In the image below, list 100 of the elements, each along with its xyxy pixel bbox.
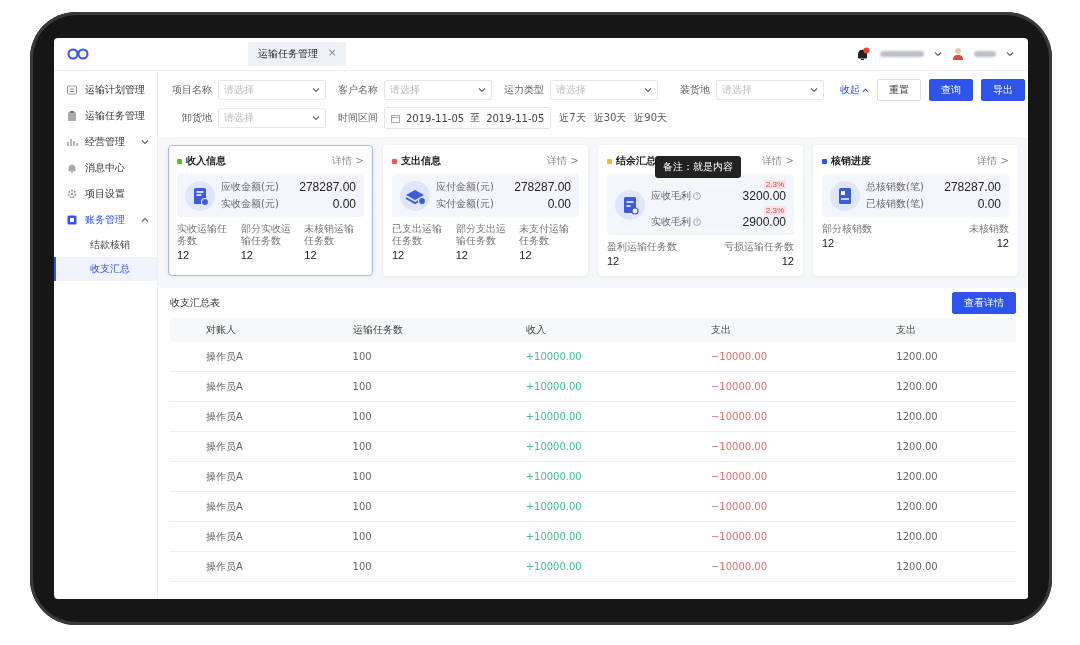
stat-value: 12 (304, 249, 318, 261)
date-shortcut-link[interactable]: 近30天 (593, 111, 627, 125)
metric-label: 应收金额(元) (221, 180, 279, 194)
stat-value: 12 (455, 249, 469, 261)
sidebar-item[interactable]: 经营管理 (54, 129, 157, 155)
user-avatar-icon[interactable] (952, 47, 964, 61)
metric-value: 3200.00 (742, 189, 786, 203)
sidebar-item[interactable]: 运输计划管理 (54, 77, 157, 103)
field-label: 项目名称 (171, 83, 212, 97)
field-label: 客户名称 (337, 83, 378, 97)
blurred-text (880, 51, 924, 57)
receipt-icon (615, 189, 645, 220)
caret-icon (934, 50, 942, 58)
card-title: 结余汇总 (616, 154, 656, 168)
bar-chart-icon (66, 136, 78, 148)
sidebar-subitem[interactable]: 收支汇总 (54, 257, 157, 281)
column-header: 对账人 (170, 318, 317, 342)
caret-icon (312, 86, 320, 94)
metric-value: 0.00 (547, 197, 571, 211)
details-link[interactable]: 详情 > (547, 154, 579, 168)
sidebar-item[interactable]: 项目设置 (54, 181, 157, 207)
column-header: 支出 (860, 318, 1016, 342)
table-cell: +10000.00 (489, 431, 675, 462)
stat-label: 部分支出运输任务数 (455, 223, 507, 247)
wallet-icon (66, 214, 78, 226)
details-link[interactable]: 详情 > (332, 154, 364, 168)
bell-icon (66, 162, 78, 174)
change-badge: 2.3% (763, 180, 786, 189)
card-title: 核销进度 (831, 154, 871, 168)
table-cell: +10000.00 (489, 371, 675, 402)
details-link[interactable]: 详情 > (977, 154, 1009, 168)
table-cell: 1200.00 (860, 491, 1016, 522)
metric-label: 应收毛利 (651, 189, 691, 203)
clipboard-icon (830, 180, 860, 211)
table-cell: −10000.00 (674, 521, 861, 552)
metric-label: 实付金额(元) (436, 197, 494, 211)
action-button[interactable]: 查询 (929, 79, 973, 101)
table-cell: 操作员A (170, 431, 317, 462)
stat-value: 12 (240, 249, 254, 261)
metric-value: 278287.00 (299, 180, 356, 194)
stat-label: 部分实收运输任务数 (240, 223, 292, 247)
date-shortcut-link[interactable]: 近90天 (634, 111, 668, 125)
table-cell: 1200.00 (860, 551, 1016, 582)
field-label: 卸货地 (181, 111, 212, 125)
sidebar-item[interactable]: 运输任务管理 (54, 103, 157, 129)
date-range-field[interactable]: 2019-11-05 至 2019-11-05 (384, 107, 552, 129)
details-link[interactable]: 详情 > (762, 154, 794, 168)
caret-icon (810, 86, 818, 94)
notification-bell-icon[interactable] (856, 47, 870, 61)
metric-value: 278287.00 (514, 180, 571, 194)
stat-label: 未核销数 (969, 223, 1009, 235)
date-shortcut-link[interactable]: 近7天 (559, 111, 586, 125)
stat-value: 12 (781, 255, 794, 267)
reset-button[interactable]: 重置 (877, 79, 921, 101)
stat-label: 盈利运输任务数 (607, 241, 678, 253)
metric-value: 0.00 (977, 197, 1001, 211)
sidebar-subitem[interactable]: 结款核销 (54, 233, 157, 257)
change-badge: 2.3% (763, 206, 786, 215)
metric-label: 总核销数(笔) (866, 180, 924, 194)
column-header: 支出 (674, 318, 861, 342)
table-cell: 100 (316, 491, 490, 522)
table-cell: 1200.00 (860, 431, 1016, 462)
stat-label: 未核销运输任务数 (304, 223, 356, 247)
sidebar-item[interactable]: 消息中心 (54, 155, 157, 181)
blurred-text (974, 51, 996, 57)
column-header: 收入 (489, 318, 675, 342)
table-cell: +10000.00 (489, 521, 675, 552)
view-details-button[interactable]: 查看详情 (952, 292, 1016, 314)
stat-value: 12 (996, 237, 1009, 249)
gear-icon (66, 188, 78, 200)
table-cell: −10000.00 (674, 401, 861, 432)
action-button[interactable]: 导出 (981, 79, 1025, 101)
stat-value: 12 (519, 249, 533, 261)
table-cell: 1200.00 (860, 521, 1016, 552)
stat-label: 亏损运输任务数 (724, 241, 794, 253)
metric-value: 2900.00 (742, 215, 786, 229)
table-cell: −10000.00 (674, 491, 861, 522)
stat-value: 12 (607, 255, 621, 267)
page-tab[interactable]: 运输任务管理 × (248, 42, 347, 66)
table-cell: 100 (316, 461, 490, 492)
field-label: 运力类型 (503, 83, 544, 97)
collapse-link[interactable]: 收起 (840, 83, 869, 97)
table-cell: 操作员A (170, 342, 317, 372)
metric-label: 实收毛利 (651, 215, 691, 229)
caret-icon (862, 86, 869, 94)
document-icon (185, 180, 215, 211)
table-cell: 100 (316, 551, 490, 582)
caret-icon (478, 86, 486, 94)
table-cell: +10000.00 (489, 461, 675, 492)
table-cell: 100 (316, 521, 490, 552)
stat-label: 部分核销数 (822, 223, 873, 235)
stat-value: 12 (392, 249, 406, 261)
sidebar-item[interactable]: 账务管理 (54, 207, 157, 233)
table-cell: 100 (316, 342, 490, 372)
metric-value: 278287.00 (944, 180, 1001, 194)
table-cell: 操作员A (170, 551, 317, 582)
table-cell: 操作员A (170, 461, 317, 492)
metric-value: 0.00 (332, 197, 356, 211)
metric-label: 实收金额(元) (221, 197, 279, 211)
stat-value: 12 (177, 249, 191, 261)
